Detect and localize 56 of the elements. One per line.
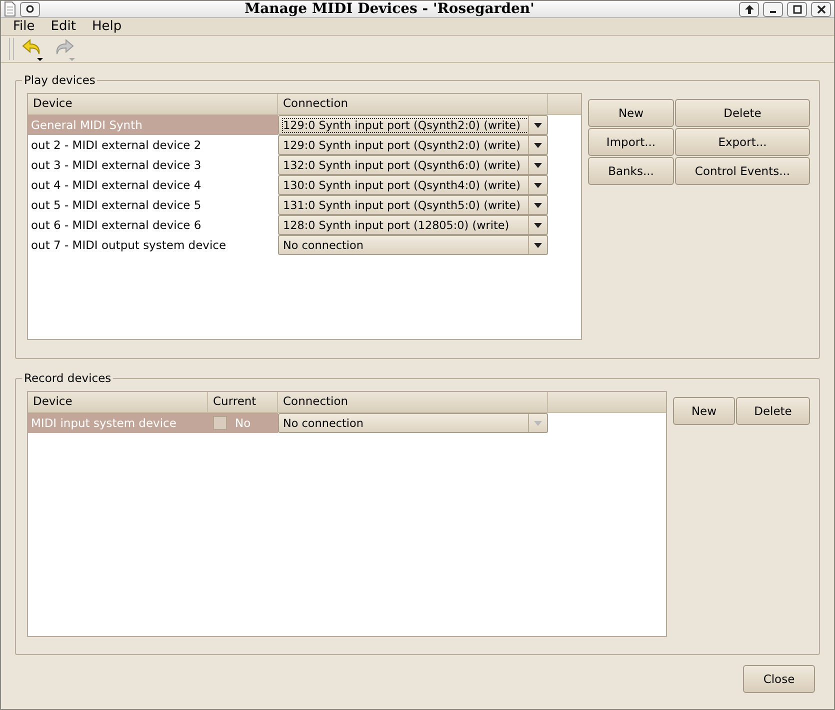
- action-button[interactable]: Delete: [675, 99, 810, 127]
- window-title: Manage MIDI Devices - 'Rosegarden': [244, 1, 536, 17]
- current-label: No: [235, 416, 251, 430]
- connection-dropdown[interactable]: 129:0 Synth input port (Qsynth2:0) (write): [278, 135, 548, 155]
- device-name[interactable]: out 5 - MIDI external device 5: [28, 195, 278, 215]
- menu-item[interactable]: File: [5, 19, 43, 34]
- minimize-button[interactable]: [763, 2, 783, 16]
- undo-icon[interactable]: [20, 36, 46, 62]
- action-button[interactable]: Import...: [588, 128, 674, 156]
- caret-icon: [534, 142, 542, 148]
- header-filler: [548, 94, 581, 115]
- circle-icon: [26, 5, 34, 13]
- caret-icon: [534, 420, 542, 426]
- caret-icon: [534, 242, 542, 248]
- menu-button[interactable]: [20, 2, 40, 16]
- device-name[interactable]: out 2 - MIDI external device 2: [28, 135, 278, 155]
- maximize-icon: [792, 4, 802, 14]
- group-title: Record devices: [23, 371, 112, 385]
- checkbox[interactable]: [213, 416, 227, 430]
- caret-icon: [534, 162, 542, 168]
- connection-dropdown[interactable]: 131:0 Synth input port (Qsynth5:0) (write): [278, 195, 548, 215]
- caret-icon: [534, 182, 542, 188]
- maximize-button[interactable]: [787, 2, 807, 16]
- column-header[interactable]: Connection: [278, 392, 548, 413]
- device-name[interactable]: out 3 - MIDI external device 3: [28, 155, 278, 175]
- action-button[interactable]: Export...: [675, 128, 810, 156]
- up-arrow-icon: [744, 4, 754, 14]
- action-button[interactable]: New: [673, 397, 735, 425]
- caret-icon: [534, 122, 542, 128]
- device-name[interactable]: out 6 - MIDI external device 6: [28, 215, 278, 235]
- action-button[interactable]: Control Events...: [675, 157, 810, 185]
- connection-dropdown[interactable]: No connection: [278, 413, 548, 433]
- action-button[interactable]: New: [588, 99, 674, 127]
- group-title: Play devices: [23, 73, 96, 87]
- connection-dropdown[interactable]: 132:0 Synth input port (Qsynth6:0) (write): [278, 155, 548, 175]
- connection-dropdown[interactable]: No connection: [278, 235, 548, 255]
- action-button[interactable]: Banks...: [588, 157, 674, 185]
- caret-icon: [534, 202, 542, 208]
- close-dialog-button[interactable]: Close: [743, 665, 815, 693]
- column-header[interactable]: Device: [28, 94, 278, 115]
- column-header[interactable]: Current: [208, 392, 278, 413]
- close-button[interactable]: [811, 2, 831, 16]
- column-header[interactable]: Device: [28, 392, 208, 413]
- connection-dropdown[interactable]: 128:0 Synth input port (12805:0) (write): [278, 215, 548, 235]
- connection-dropdown[interactable]: 130:0 Synth input port (Qsynth4:0) (write): [278, 175, 548, 195]
- column-header[interactable]: Connection: [278, 94, 548, 115]
- device-name[interactable]: out 4 - MIDI external device 4: [28, 175, 278, 195]
- connection-dropdown[interactable]: 129:0 Synth input port (Qsynth2:0) (write): [278, 115, 548, 135]
- menu-item[interactable]: Edit: [42, 19, 84, 34]
- menu-item[interactable]: Help: [84, 19, 130, 34]
- close-icon: [816, 4, 826, 14]
- action-button[interactable]: Delete: [736, 397, 810, 425]
- caret-icon: [534, 222, 542, 228]
- device-name[interactable]: out 7 - MIDI output system device: [28, 235, 278, 255]
- keep-above-button[interactable]: [739, 2, 759, 16]
- document-icon[interactable]: [4, 1, 16, 17]
